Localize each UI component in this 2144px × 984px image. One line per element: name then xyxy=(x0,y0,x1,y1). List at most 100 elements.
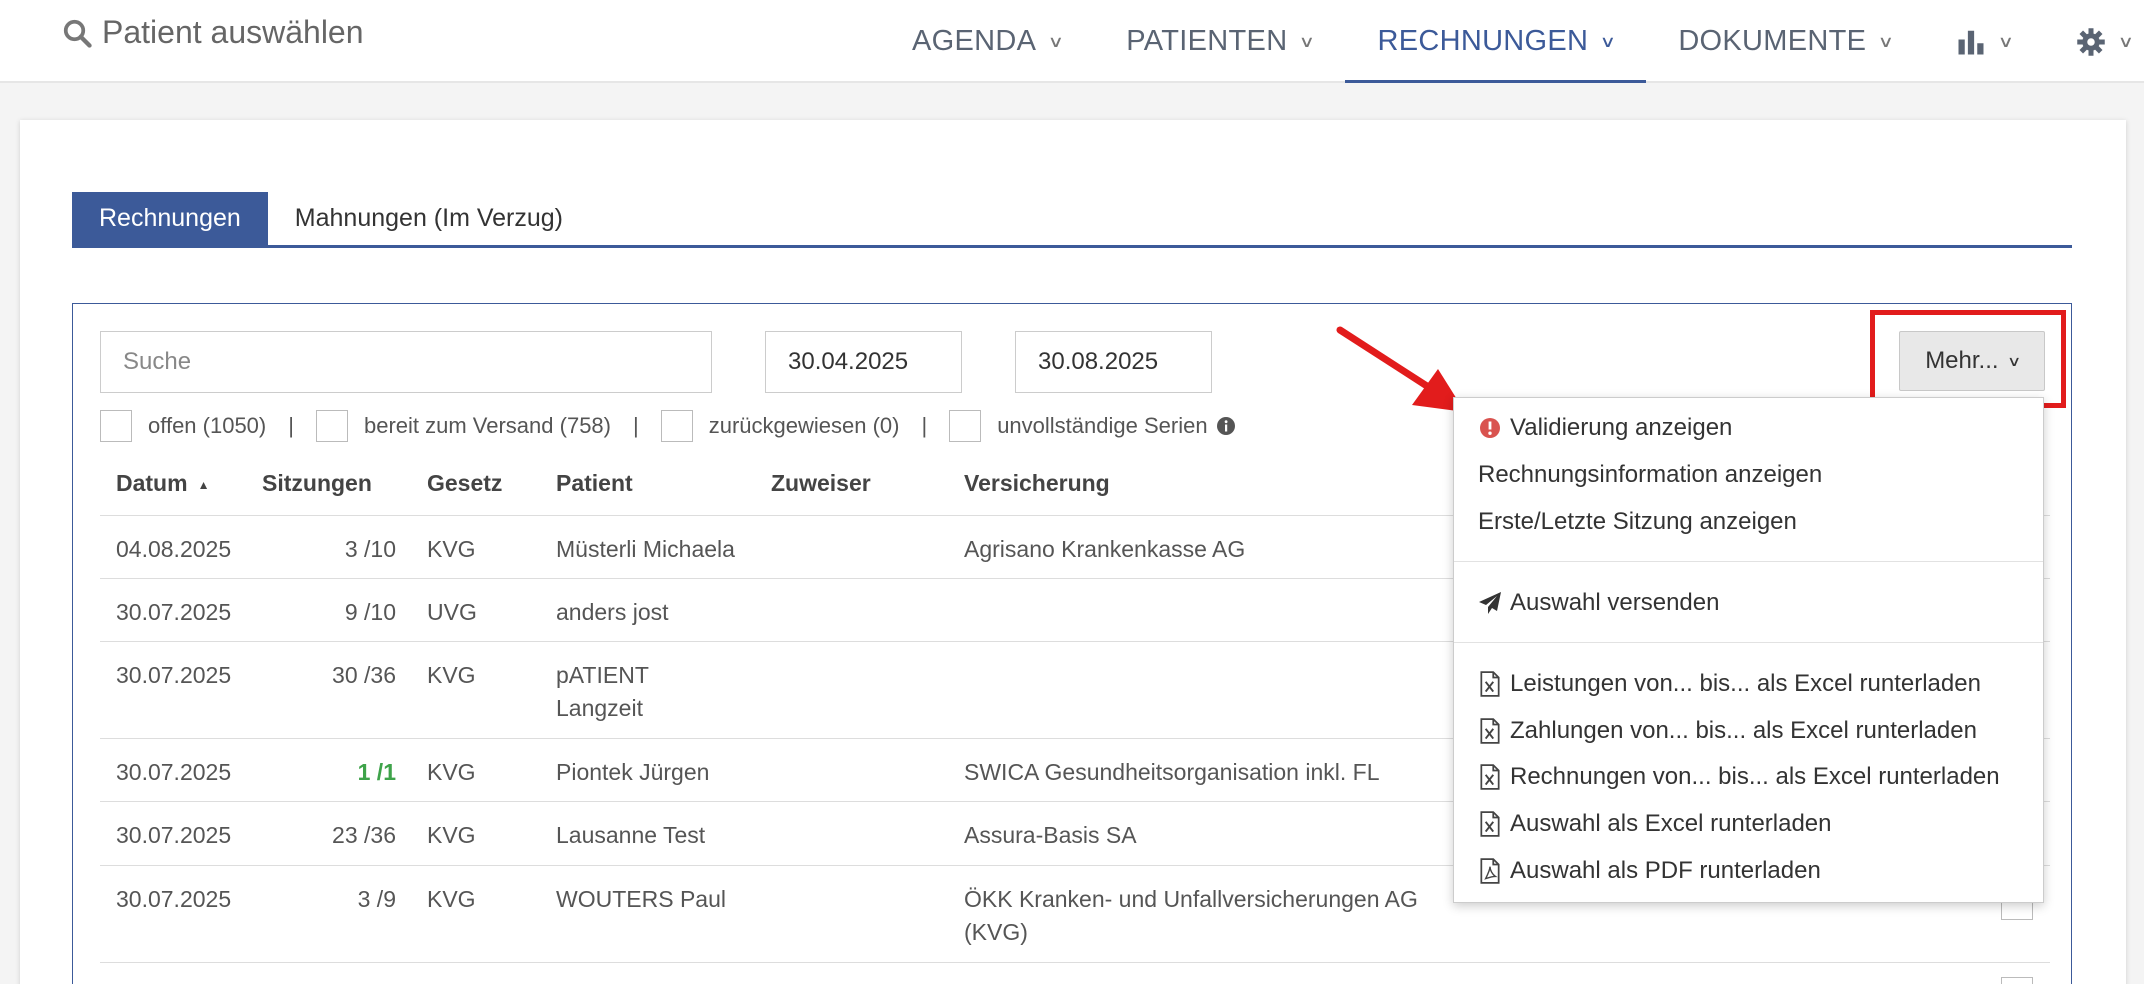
filter-offen-checkbox[interactable] xyxy=(100,410,132,442)
cell-patient-line1: pATIENT xyxy=(556,662,649,688)
excel-file-icon xyxy=(1480,718,1500,744)
menu-item-auswahl-versenden[interactable]: Auswahl versenden xyxy=(1478,583,1719,623)
tab-mahnungen[interactable]: Mahnungen (Im Verzug) xyxy=(268,192,590,245)
nav-patienten[interactable]: PATIENTEN ∨ xyxy=(1094,0,1345,83)
search-icon xyxy=(63,19,92,48)
filter-zurueckgewiesen-checkbox[interactable] xyxy=(660,410,693,442)
patient-search[interactable]: Patient auswählen xyxy=(62,14,364,51)
cell-sitzungen: 23 /36 xyxy=(332,822,396,848)
chevron-down-icon: ∨ xyxy=(1877,33,1895,51)
cell-patient: WOUTERS Paul xyxy=(556,886,726,912)
menu-item-rechnungsinformation[interactable]: Rechnungsinformation anzeigen xyxy=(1478,455,1822,495)
highlight-box xyxy=(1870,310,2066,408)
column-header-patient[interactable]: Patient xyxy=(556,470,633,497)
cell-gesetz: KVG xyxy=(427,536,476,562)
menu-item-label: Validierung anzeigen xyxy=(1510,414,1733,441)
patient-search-label: Patient auswählen xyxy=(102,14,364,50)
filter-bereit-checkbox[interactable] xyxy=(315,410,348,442)
info-icon[interactable] xyxy=(1216,416,1236,436)
chevron-down-icon: ∨ xyxy=(2117,33,2135,51)
nav-rechnungen[interactable]: RECHNUNGEN ∨ xyxy=(1345,0,1647,83)
table-row[interactable] xyxy=(100,963,2050,984)
nav-agenda[interactable]: AGENDA ∨ xyxy=(880,0,1094,83)
column-header-versicherung[interactable]: Versicherung xyxy=(964,470,1110,497)
mehr-dropdown-menu: Validierung anzeigen Rechnungsinformatio… xyxy=(1453,397,2044,903)
column-header-datum[interactable]: Datum ▲ xyxy=(116,470,209,497)
nav-settings[interactable]: ∨ xyxy=(2044,0,2144,83)
cell-patient: Piontek Jürgen xyxy=(556,759,710,785)
menu-item-auswahl-pdf[interactable]: Auswahl als PDF runterladen xyxy=(1478,851,1821,891)
column-header-gesetz[interactable]: Gesetz xyxy=(427,470,502,497)
cell-datum: 30.07.2025 xyxy=(116,759,232,785)
cell-datum: 30.07.2025 xyxy=(116,599,232,625)
menu-item-rechnungen-excel[interactable]: Rechnungen von... bis... als Excel runte… xyxy=(1478,757,2000,797)
filter-separator: | xyxy=(921,413,928,438)
column-header-sitzungen[interactable]: Sitzungen xyxy=(262,470,372,497)
menu-item-label: Auswahl als Excel runterladen xyxy=(1510,810,1832,837)
nav-dokumente-label: DOKUMENTE xyxy=(1678,25,1867,57)
cell-datum: 30.07.2025 xyxy=(116,662,232,688)
search-input[interactable] xyxy=(100,331,712,393)
paper-plane-icon xyxy=(1479,592,1501,614)
top-navbar: Patient auswählen AGENDA ∨ PATIENTEN ∨ R… xyxy=(0,0,2144,83)
cell-patient-line2: Langzeit xyxy=(556,695,643,721)
cell-gesetz: KVG xyxy=(427,886,476,912)
menu-item-auswahl-excel[interactable]: Auswahl als Excel runterladen xyxy=(1478,804,1832,844)
column-header-label: Datum xyxy=(116,470,188,496)
excel-file-icon xyxy=(1480,671,1500,697)
status-filters: offen (1050) | bereit zum Versand (758) … xyxy=(100,410,1236,442)
menu-item-zahlungen-excel[interactable]: Zahlungen von... bis... als Excel runter… xyxy=(1478,711,1977,751)
cell-sitzungen: 9 /10 xyxy=(344,599,396,625)
menu-item-label: Rechnungsinformation anzeigen xyxy=(1478,461,1823,488)
cell-sitzungen: 30 /36 xyxy=(332,662,396,688)
menu-item-validierung[interactable]: Validierung anzeigen xyxy=(1478,408,1732,448)
cell-patient: anders jost xyxy=(556,599,669,625)
nav-patienten-label: PATIENTEN xyxy=(1126,25,1288,57)
nav-agenda-label: AGENDA xyxy=(912,25,1037,57)
filter-separator: | xyxy=(633,413,639,438)
menu-divider xyxy=(1454,561,2043,562)
cell-patient: Müsterli Michaela xyxy=(556,536,735,562)
cell-versicherung: ÖKK Kranken- und Unfallversicherungen AG… xyxy=(964,883,1418,949)
pdf-file-icon xyxy=(1480,858,1500,884)
filter-bereit-label: bereit zum Versand (758) xyxy=(363,413,611,438)
excel-file-icon xyxy=(1480,764,1500,790)
cell-versicherung: Agrisano Krankenkasse AG xyxy=(964,536,1246,562)
cell-versicherung-line2: (KVG) xyxy=(964,919,1028,945)
cell-sitzungen: 3 /10 xyxy=(344,536,396,562)
excel-file-icon xyxy=(1480,811,1500,837)
nav-dokumente[interactable]: DOKUMENTE ∨ xyxy=(1646,0,1924,83)
cell-versicherung-line1: ÖKK Kranken- und Unfallversicherungen AG xyxy=(964,886,1418,912)
menu-item-label: Zahlungen von... bis... als Excel runter… xyxy=(1510,717,1977,744)
row-select-checkbox[interactable] xyxy=(2001,977,2033,984)
chevron-down-icon: ∨ xyxy=(1599,33,1617,51)
cell-datum: 30.07.2025 xyxy=(116,822,232,848)
menu-item-leistungen-excel[interactable]: Leistungen von... bis... als Excel runte… xyxy=(1478,664,1981,704)
cell-patient: Lausanne Test xyxy=(556,822,706,848)
filter-unvollstaendig-checkbox[interactable] xyxy=(949,410,982,442)
filter-zurueckgewiesen-label: zurückgewiesen (0) xyxy=(708,413,900,438)
date-from-input[interactable] xyxy=(765,331,962,393)
menu-item-label: Auswahl versenden xyxy=(1510,589,1720,616)
cell-gesetz: KVG xyxy=(427,662,476,688)
menu-item-label: Erste/Letzte Sitzung anzeigen xyxy=(1478,508,1797,535)
filter-unvollstaendig-label: unvollständige Serien xyxy=(997,413,1208,438)
date-to-input[interactable] xyxy=(1015,331,1212,393)
menu-item-erste-letzte-sitzung[interactable]: Erste/Letzte Sitzung anzeigen xyxy=(1478,502,1797,542)
filter-offen-label: offen (1050) xyxy=(148,413,267,438)
filter-separator: | xyxy=(288,413,294,438)
menu-item-label: Leistungen von... bis... als Excel runte… xyxy=(1510,670,1981,697)
cell-datum: 30.07.2025 xyxy=(116,886,232,912)
column-header-zuweiser[interactable]: Zuweiser xyxy=(771,470,871,497)
chevron-down-icon: ∨ xyxy=(1299,33,1316,51)
gear-icon xyxy=(2077,27,2106,56)
chevron-down-icon: ∨ xyxy=(1997,33,2015,51)
menu-item-label: Auswahl als PDF runterladen xyxy=(1510,857,1821,884)
bar-chart-icon xyxy=(1958,30,1984,54)
cell-gesetz: KVG xyxy=(427,822,476,848)
sort-ascending-icon: ▲ xyxy=(197,477,210,492)
tab-rechnungen[interactable]: Rechnungen xyxy=(72,192,268,245)
cell-gesetz: KVG xyxy=(427,759,476,785)
cell-gesetz: UVG xyxy=(427,599,477,625)
nav-statistics[interactable]: ∨ xyxy=(1924,0,2044,83)
